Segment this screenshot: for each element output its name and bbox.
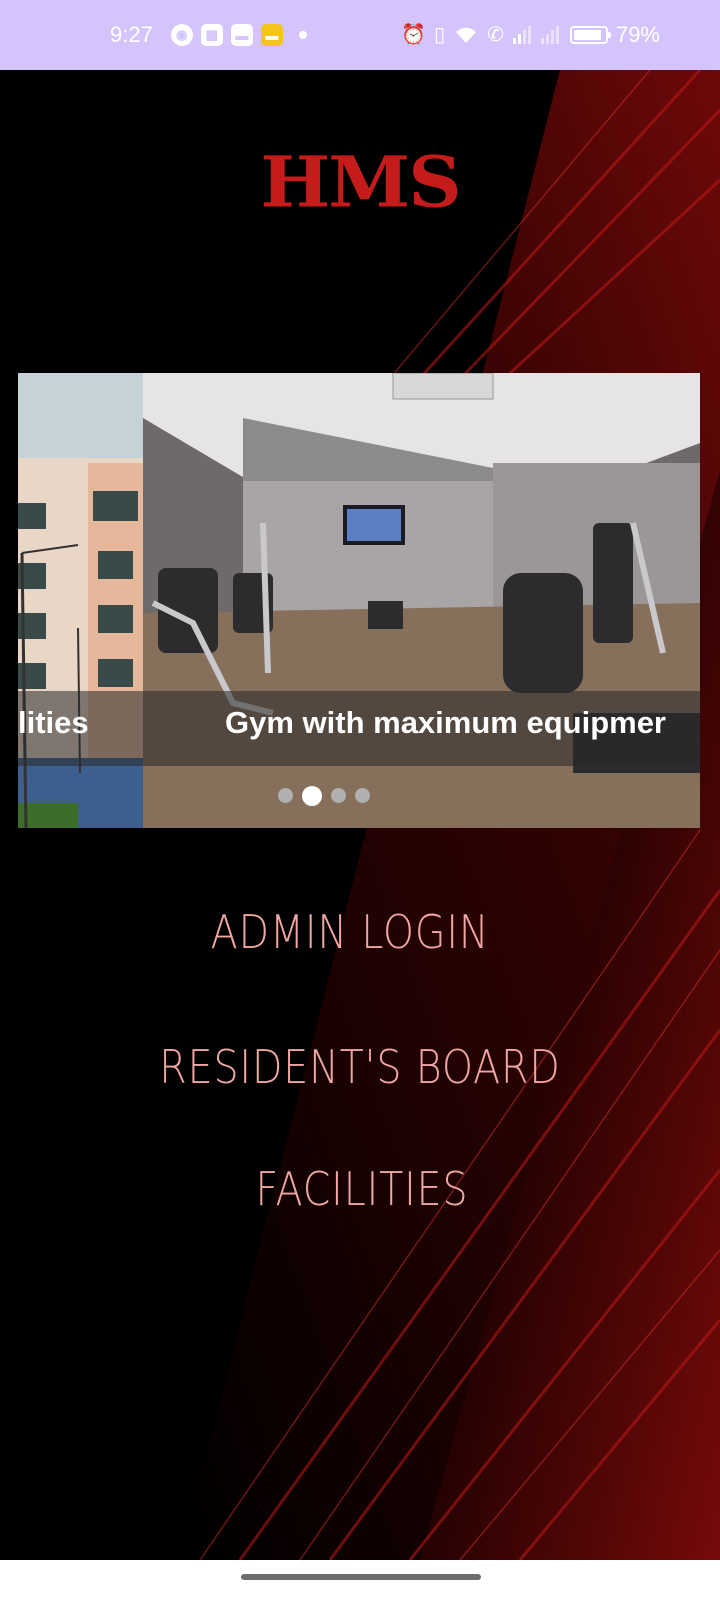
wifi-icon [456, 27, 477, 43]
carousel-dot[interactable] [278, 788, 293, 803]
guard-icon: ◉ [170, 24, 193, 46]
facilities-button[interactable]: FACILITIES [52, 1162, 671, 1216]
battery-percent: 79% [615, 22, 660, 47]
gallery-icon: ▦ [200, 24, 223, 46]
slide-caption: Gym with maximum equipmer [225, 705, 666, 740]
system-icons: ⏰ ▯ ✆ 79% [401, 22, 660, 48]
status-bar: 9:27 ◉ ▦ ▬ ▬ ⏰ ▯ ✆ 79% [0, 0, 720, 70]
notification-icons: ◉ ▦ ▬ ▬ [170, 24, 401, 46]
signal-icon [512, 26, 531, 44]
more-notifications-dot [298, 31, 307, 39]
battery-icon [569, 26, 611, 44]
carousel-dot[interactable] [331, 788, 346, 803]
carousel-dot[interactable] [302, 786, 322, 806]
yellow-app-icon: ▬ [260, 24, 283, 46]
app-logo: HMS [260, 142, 461, 224]
carousel-dot[interactable] [355, 788, 370, 803]
residents-board-button[interactable]: RESIDENT'S BOARD [50, 1040, 669, 1094]
home-gesture-handle[interactable] [241, 1574, 481, 1580]
alarm-icon: ⏰ [401, 24, 427, 46]
wifi-call-icon: ✆ [487, 24, 504, 46]
status-time: 9:27 [110, 22, 153, 47]
signal-x-icon [540, 26, 559, 44]
image-carousel[interactable]: lities Gym with maximum equipmer [18, 373, 700, 828]
mail-icon: ▬ [230, 24, 253, 46]
navigation-bar [0, 1560, 720, 1600]
carousel-indicators [18, 786, 700, 806]
slide-caption-previous: lities [18, 705, 89, 740]
admin-login-button[interactable]: ADMIN LOGIN [40, 905, 659, 959]
vibrate-icon: ▯ [434, 24, 446, 46]
